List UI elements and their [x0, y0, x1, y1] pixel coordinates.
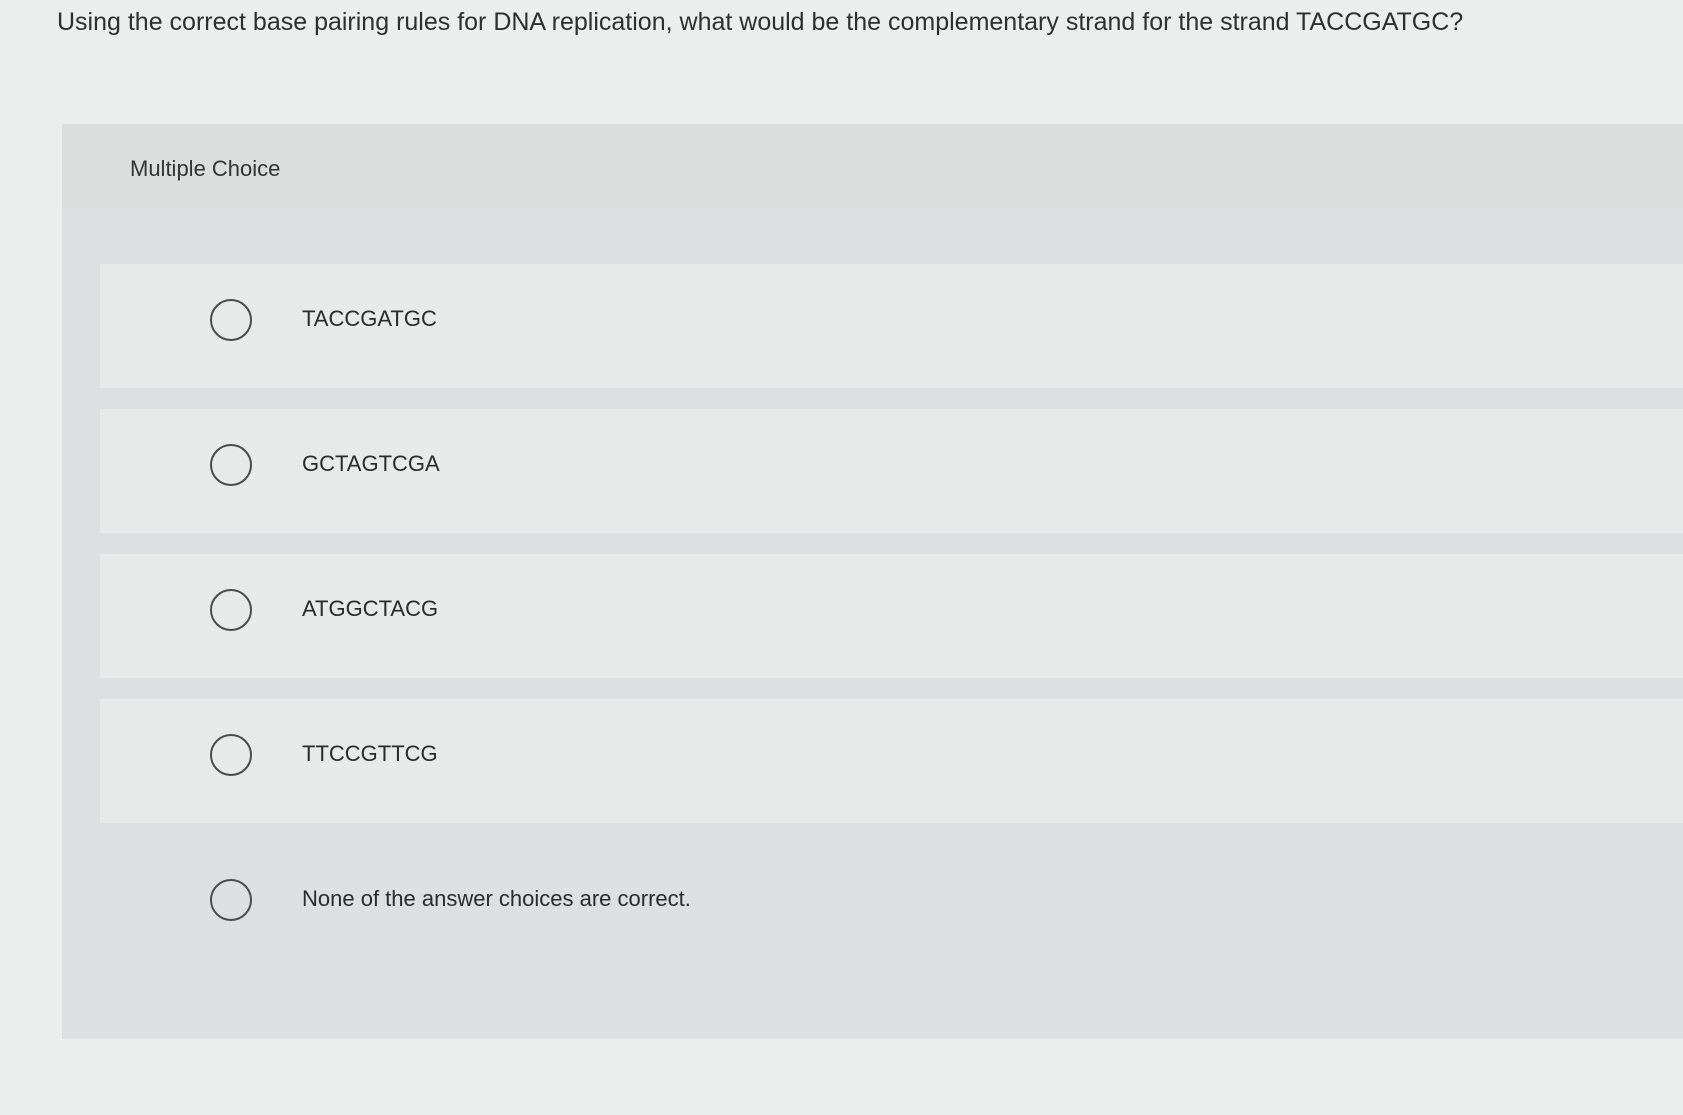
choice-option-4[interactable]: TTCCGTTCG [100, 699, 1683, 823]
radio-button[interactable] [210, 299, 252, 341]
panel-header: Multiple Choice [62, 124, 1683, 210]
choice-option-3[interactable]: ATGGCTACG [100, 554, 1683, 678]
radio-button[interactable] [210, 734, 252, 776]
question-text: Using the correct base pairing rules for… [57, 8, 1464, 36]
radio-button[interactable] [210, 589, 252, 631]
question-type-label: Multiple Choice [130, 156, 281, 181]
choice-label: TTCCGTTCG [302, 741, 438, 766]
choice-label: GCTAGTCGA [302, 451, 440, 476]
choice-option-5[interactable]: None of the answer choices are correct. [100, 844, 1683, 968]
radio-button[interactable] [210, 444, 252, 486]
multiple-choice-panel: Multiple Choice TACCGATGC GCTAGTCGA ATGG… [62, 124, 1683, 1039]
choice-option-1[interactable]: TACCGATGC [100, 264, 1683, 388]
choice-label: ATGGCTACG [302, 596, 439, 621]
radio-button[interactable] [210, 879, 252, 921]
choice-label: TACCGATGC [302, 306, 437, 331]
choice-option-2[interactable]: GCTAGTCGA [100, 409, 1683, 533]
choice-label: None of the answer choices are correct. [302, 886, 691, 911]
choice-list: TACCGATGC GCTAGTCGA ATGGCTACG TTCCGTTCG … [100, 264, 1683, 989]
